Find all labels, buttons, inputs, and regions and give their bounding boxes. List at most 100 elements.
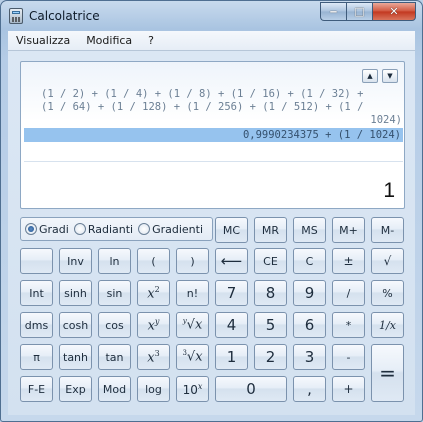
- button-label: 3: [304, 348, 315, 366]
- exp-button[interactable]: Exp: [59, 376, 92, 402]
- log-button[interactable]: log: [137, 376, 170, 402]
- button-label: ln: [109, 254, 120, 268]
- scientific-notation-button[interactable]: F-E: [20, 376, 53, 402]
- blank-button[interactable]: [20, 248, 53, 274]
- percent-button[interactable]: %: [371, 280, 404, 306]
- cosh-button[interactable]: cosh: [59, 312, 92, 338]
- menu-modifica[interactable]: Modifica: [78, 34, 140, 47]
- history-scroll-down-button[interactable]: ▼: [382, 69, 398, 83]
- display-panel: ▲ ▼ (1 / 2) + (1 / 4) + (1 / 8) + (1 / 1…: [20, 61, 405, 209]
- calculator-window: Calcolatrice ‒ □ ✕ Visualizza Modifica ?…: [0, 0, 423, 422]
- digit-6-button[interactable]: 6: [293, 312, 326, 338]
- radio-gradienti[interactable]: Gradienti: [138, 223, 203, 236]
- subtract-button[interactable]: -: [332, 344, 365, 370]
- tan-button[interactable]: tan: [98, 344, 131, 370]
- button-label: 4: [226, 316, 237, 334]
- button-label: /: [346, 286, 351, 300]
- cube-button[interactable]: x3: [137, 344, 170, 370]
- expression-line: (1 / 64) + (1 / 128) + (1 / 256) + (1 / …: [41, 101, 364, 113]
- modulo-button[interactable]: Mod: [98, 376, 131, 402]
- button-label: 9: [304, 284, 315, 302]
- cube-root-button[interactable]: 3√x: [176, 344, 209, 370]
- arrow-up-icon: ▲: [367, 72, 373, 80]
- add-button[interactable]: +: [332, 376, 365, 402]
- history-scroll-up-button[interactable]: ▲: [362, 69, 378, 83]
- decimal-button[interactable]: ,: [293, 376, 326, 402]
- window-title: Calcolatrice: [29, 9, 100, 23]
- close-button[interactable]: ✕: [372, 2, 416, 21]
- y-root-button[interactable]: y√x: [176, 312, 209, 338]
- menu-bar: Visualizza Modifica ?: [8, 31, 415, 51]
- power-button[interactable]: xy: [137, 312, 170, 338]
- menu-visualizza[interactable]: Visualizza: [8, 34, 78, 47]
- button-label: cos: [105, 318, 124, 332]
- maximize-button[interactable]: □: [346, 2, 372, 21]
- button-label: MC: [222, 223, 241, 237]
- menu-help[interactable]: ?: [140, 34, 162, 47]
- arrow-down-icon: ▼: [387, 72, 393, 80]
- radio-gradi[interactable]: Gradi: [25, 223, 69, 236]
- button-label: (: [151, 254, 156, 268]
- digit-0-button[interactable]: 0: [215, 376, 287, 402]
- reciprocal-button[interactable]: 1/x: [371, 312, 404, 338]
- inverse-button[interactable]: Inv: [59, 248, 92, 274]
- memory-clear-button[interactable]: MC: [215, 217, 248, 243]
- radio-icon: [73, 223, 86, 235]
- memory-subtract-button[interactable]: M-: [371, 217, 404, 243]
- radio-selected-icon: [25, 223, 37, 235]
- tanh-button[interactable]: tanh: [59, 344, 92, 370]
- digit-3-button[interactable]: 3: [293, 344, 326, 370]
- cos-button[interactable]: cos: [98, 312, 131, 338]
- digit-9-button[interactable]: 9: [293, 280, 326, 306]
- button-label: √: [383, 254, 392, 268]
- calculator-app-icon: [9, 8, 23, 24]
- button-label: cosh: [62, 318, 89, 332]
- button-label: sin: [106, 286, 123, 300]
- button-label: 1/x: [379, 318, 396, 332]
- button-label: CE: [263, 254, 278, 268]
- radio-radianti[interactable]: Radianti: [73, 223, 133, 236]
- expression-line: (1 / 2) + (1 / 4) + (1 / 8) + (1 / 16) +…: [41, 88, 364, 100]
- pi-button[interactable]: π: [20, 344, 53, 370]
- minimize-icon: ‒: [329, 5, 338, 18]
- digit-7-button[interactable]: 7: [215, 280, 248, 306]
- button-label: Int: [29, 286, 44, 300]
- ten-power-button[interactable]: 10x: [176, 376, 209, 402]
- radio-label: Gradi: [39, 222, 69, 236]
- radio-label: Gradienti: [152, 222, 204, 236]
- clear-entry-button[interactable]: CE: [254, 248, 287, 274]
- minimize-button[interactable]: ‒: [320, 2, 346, 21]
- button-label: log: [145, 382, 162, 396]
- digit-8-button[interactable]: 8: [254, 280, 287, 306]
- ln-button[interactable]: ln: [98, 248, 131, 274]
- equals-button[interactable]: =: [371, 344, 404, 402]
- digit-1-button[interactable]: 1: [215, 344, 248, 370]
- square-root-button[interactable]: √: [371, 248, 404, 274]
- memory-recall-button[interactable]: MR: [254, 217, 287, 243]
- close-paren-button[interactable]: ): [176, 248, 209, 274]
- digit-2-button[interactable]: 2: [254, 344, 287, 370]
- integer-button[interactable]: Int: [20, 280, 53, 306]
- title-bar[interactable]: Calcolatrice ‒ □ ✕: [1, 1, 422, 31]
- clear-button[interactable]: C: [293, 248, 326, 274]
- memory-add-button[interactable]: M+: [332, 217, 365, 243]
- open-paren-button[interactable]: (: [137, 248, 170, 274]
- digit-5-button[interactable]: 5: [254, 312, 287, 338]
- calculator-body: ▲ ▼ (1 / 2) + (1 / 4) + (1 / 8) + (1 / 1…: [8, 51, 415, 415]
- memory-store-button[interactable]: MS: [293, 217, 326, 243]
- button-label: tanh: [63, 350, 88, 364]
- sin-button[interactable]: sin: [98, 280, 131, 306]
- sinh-button[interactable]: sinh: [59, 280, 92, 306]
- factorial-button[interactable]: n!: [176, 280, 209, 306]
- square-button[interactable]: x2: [137, 280, 170, 306]
- sign-button[interactable]: ±: [332, 248, 365, 274]
- button-label: MS: [301, 223, 318, 237]
- expression-line: 1024): [370, 114, 402, 126]
- backspace-button[interactable]: ⟵: [215, 248, 248, 274]
- multiply-button[interactable]: *: [332, 312, 365, 338]
- divide-button[interactable]: /: [332, 280, 365, 306]
- digit-4-button[interactable]: 4: [215, 312, 248, 338]
- backspace-icon: ⟵: [220, 252, 243, 270]
- dms-button[interactable]: dms: [20, 312, 53, 338]
- button-label: tan: [105, 350, 124, 364]
